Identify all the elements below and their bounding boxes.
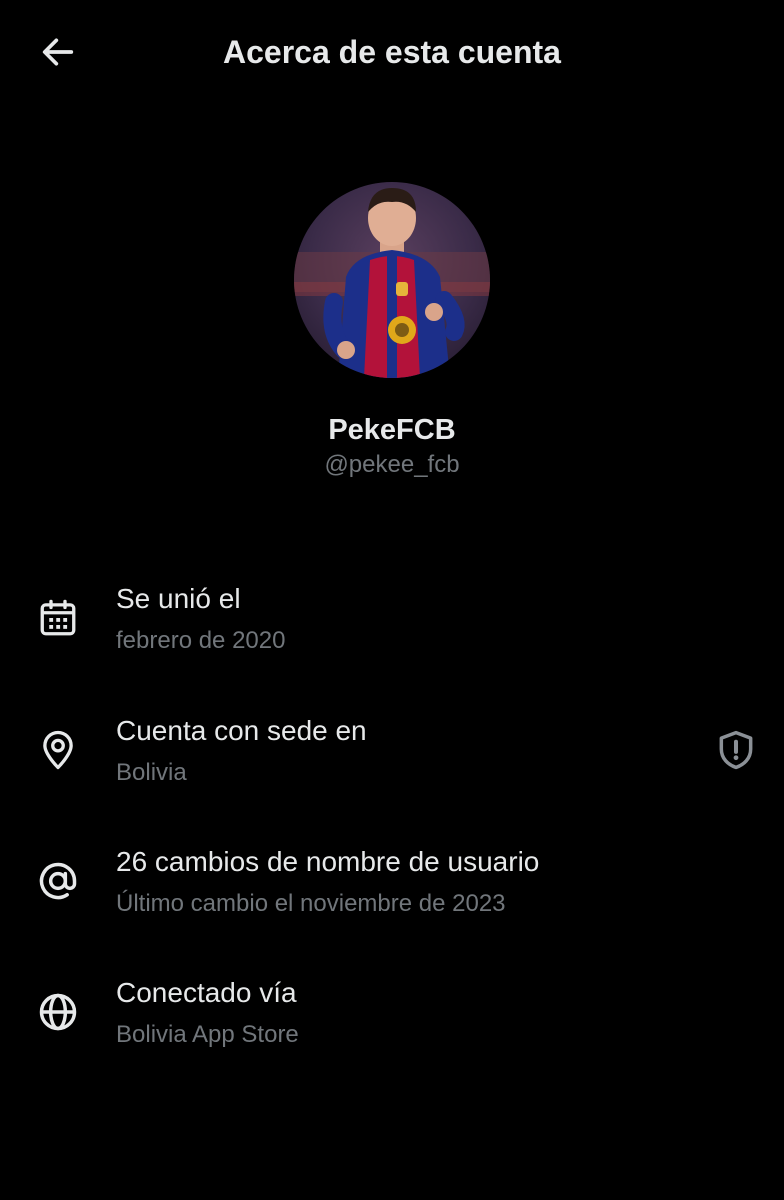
- calendar-icon: [34, 594, 82, 642]
- info-subtitle: Bolivia: [116, 759, 187, 786]
- info-subtitle: Último cambio el noviembre de 2023: [116, 890, 506, 917]
- info-row-username-changes: 26 cambios de nombre de usuario Último c…: [0, 837, 784, 941]
- info-row-joined: Se unió el febrero de 2020: [0, 574, 784, 678]
- avatar[interactable]: [294, 182, 490, 378]
- info-subtitle: Bolivia App Store: [116, 1021, 299, 1048]
- info-row-connected-via: Conectado vía Bolivia App Store: [0, 968, 784, 1072]
- location-pin-icon: [34, 726, 82, 774]
- shield-alert-button[interactable]: [710, 722, 762, 778]
- shield-alert-icon: [719, 730, 753, 770]
- info-title: 26 cambios de nombre de usuario: [116, 846, 540, 877]
- info-title: Conectado vía: [116, 977, 297, 1008]
- top-bar: Acerca de esta cuenta: [0, 0, 784, 104]
- display-name: PekeFCB: [328, 414, 456, 446]
- globe-icon: [34, 988, 82, 1036]
- user-handle: @pekee_fcb: [324, 451, 460, 478]
- info-subtitle: febrero de 2020: [116, 627, 286, 654]
- at-sign-icon: [34, 857, 82, 905]
- info-row-location: Cuenta con sede en Bolivia: [0, 706, 784, 810]
- info-title: Se unió el: [116, 583, 241, 614]
- info-title: Cuenta con sede en: [116, 715, 367, 746]
- page-title: Acerca de esta cuenta: [223, 34, 561, 70]
